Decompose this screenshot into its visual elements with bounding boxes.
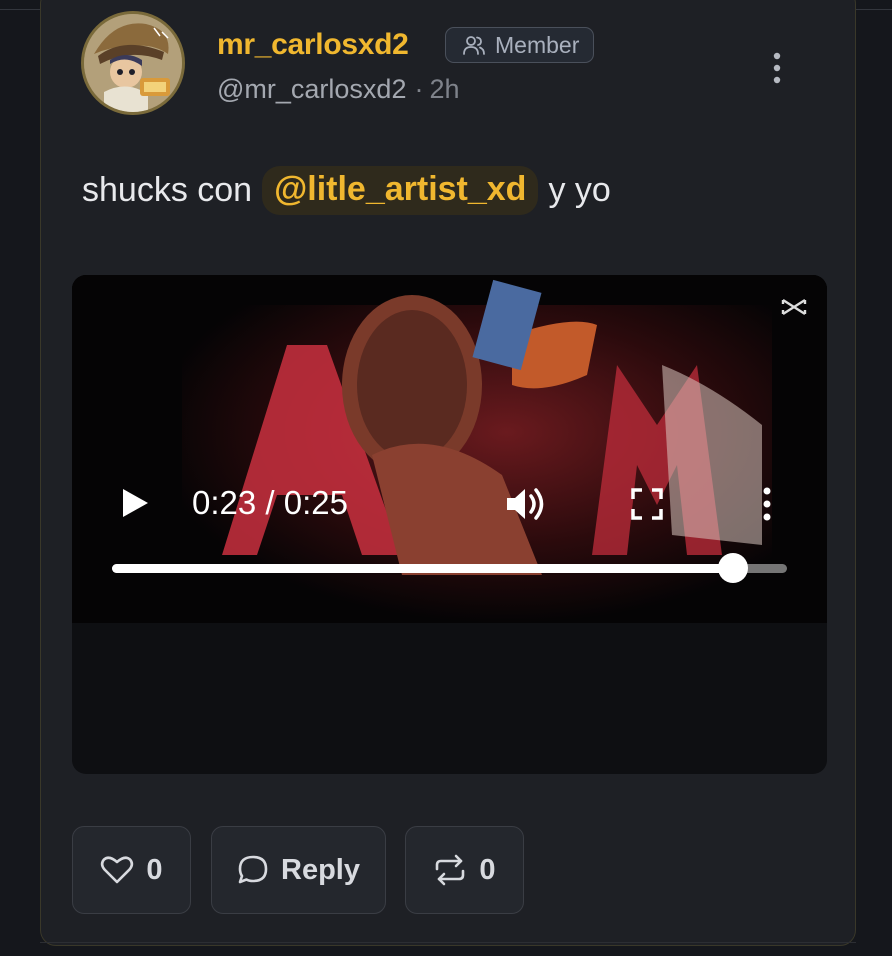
member-badge-label: Member [495, 31, 580, 58]
repost-count: 0 [479, 853, 496, 886]
mention-link[interactable]: @litle_artist_xd [262, 166, 539, 215]
video-time-readout: 0:23 / 0:25 [192, 484, 348, 521]
card-bottom-divider [40, 942, 856, 943]
capcut-logo-icon [781, 298, 807, 316]
author-meta: @mr_carlosxd2 · 2h [217, 74, 460, 105]
repost-button[interactable]: 0 [405, 826, 524, 914]
author-handle[interactable]: @mr_carlosxd2 [217, 74, 406, 104]
post-text-after: y yo [548, 171, 611, 209]
post-body: shucks con @litle_artist_xd y yo [82, 166, 611, 215]
heart-icon [101, 856, 134, 884]
video-progress-thumb[interactable] [718, 553, 748, 583]
post-timestamp[interactable]: 2h [429, 74, 459, 104]
fullscreen-icon[interactable] [630, 487, 664, 521]
reply-button[interactable]: Reply [211, 826, 386, 914]
meta-separator: · [414, 74, 424, 104]
more-vertical-icon[interactable] [764, 50, 790, 86]
video-player[interactable] [72, 275, 827, 774]
post-text-before: shucks con [82, 171, 253, 209]
member-badge: Member [445, 27, 595, 63]
volume-icon[interactable] [505, 484, 549, 524]
video-progress-fill [112, 564, 733, 573]
author-display-name[interactable]: mr_carlosxd2 [217, 28, 409, 62]
like-count: 0 [146, 853, 163, 886]
reply-label: Reply [281, 853, 360, 886]
avatar[interactable] [81, 11, 185, 115]
repost-icon [436, 854, 465, 886]
video-more-vertical-icon[interactable] [758, 486, 776, 522]
users-icon [463, 36, 485, 55]
comment-icon [238, 855, 268, 884]
video-progress-track[interactable] [112, 553, 787, 583]
play-icon[interactable] [120, 486, 150, 520]
like-button[interactable]: 0 [72, 826, 191, 914]
